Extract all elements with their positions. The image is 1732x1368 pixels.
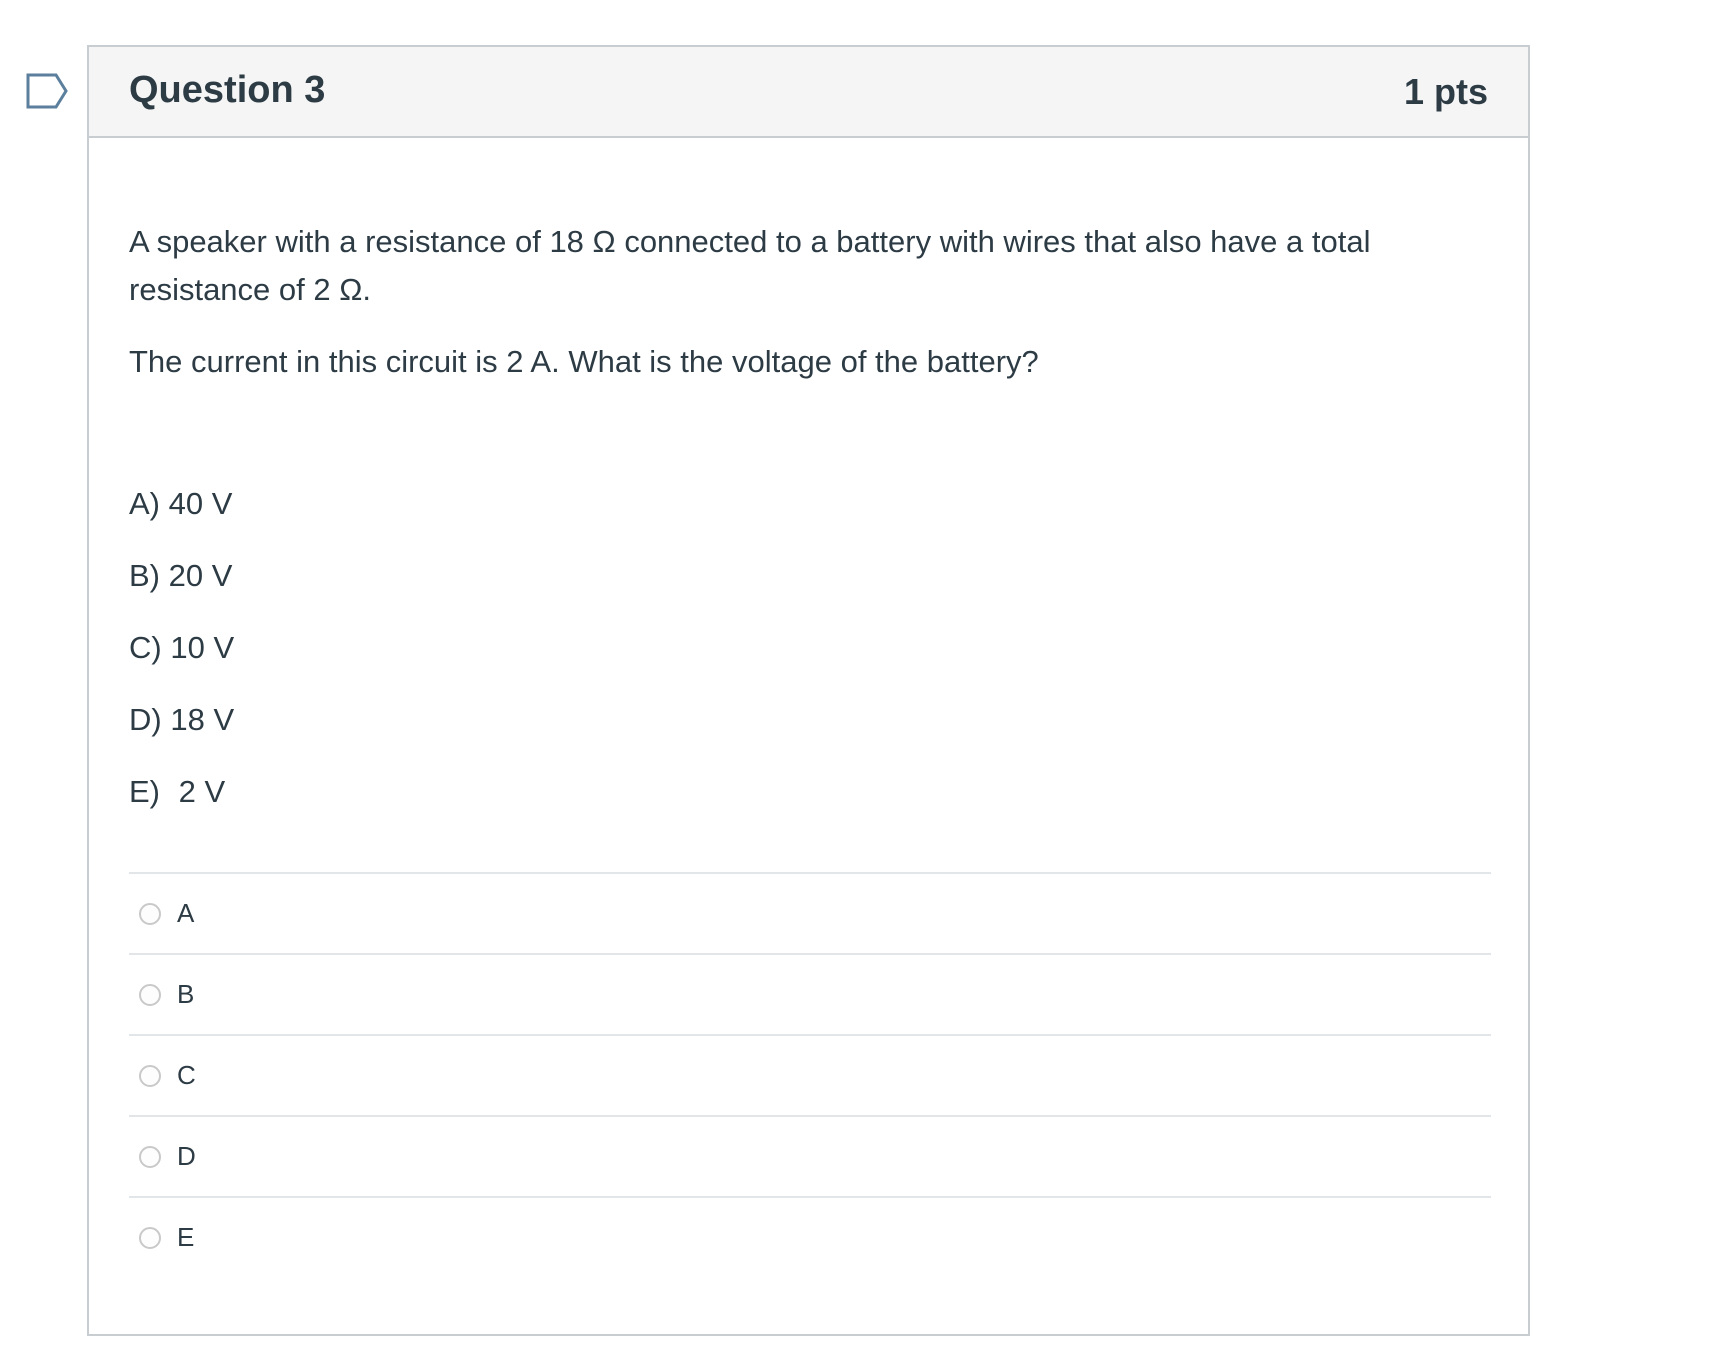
answer-options: A B C D E: [129, 872, 1491, 1277]
flag-question-icon[interactable]: [26, 73, 70, 109]
question-title: Question 3: [129, 68, 326, 111]
question-text: A speaker with a resistance of 18 Ω conn…: [129, 218, 1459, 386]
answer-option-a[interactable]: A: [129, 874, 1491, 955]
choice-value: 40 V: [168, 486, 233, 521]
choice-letter: D): [129, 702, 162, 737]
radio-button[interactable]: [139, 902, 161, 925]
radio-button[interactable]: [139, 1064, 161, 1087]
question-points: 1 pts: [1403, 70, 1488, 112]
answer-option-e[interactable]: E: [129, 1198, 1491, 1277]
radio-button[interactable]: [139, 983, 161, 1006]
choice-letter: E): [129, 774, 160, 809]
choice-value: 2 V: [178, 774, 226, 809]
choice-line-c: C) 10 V: [129, 630, 1488, 702]
choice-value: 20 V: [168, 558, 233, 593]
answer-label[interactable]: B: [177, 979, 194, 1010]
answer-option-b[interactable]: B: [129, 955, 1491, 1036]
choice-line-b: B) 20 V: [129, 558, 1488, 630]
question-card: Question 3 1 pts A speaker with a resist…: [87, 45, 1530, 1336]
answer-label[interactable]: A: [177, 898, 194, 929]
answer-option-d[interactable]: D: [129, 1117, 1491, 1198]
question-text-paragraph: A speaker with a resistance of 18 Ω conn…: [129, 224, 1371, 307]
choice-line-a: A) 40 V: [129, 486, 1488, 558]
choice-letter: C): [129, 630, 162, 665]
answer-label[interactable]: D: [177, 1141, 196, 1172]
choice-line-d: D) 18 V: [129, 702, 1488, 774]
answer-label[interactable]: C: [177, 1060, 196, 1091]
choice-value: 10 V: [170, 630, 235, 665]
choice-value: 18 V: [170, 702, 235, 737]
answer-option-c[interactable]: C: [129, 1036, 1491, 1117]
choice-letter: A): [129, 486, 160, 521]
question-text-paragraph: The current in this circuit is 2 A. What…: [129, 344, 1039, 379]
answer-label[interactable]: E: [177, 1222, 194, 1253]
radio-button[interactable]: [139, 1226, 161, 1249]
question-body: A speaker with a resistance of 18 Ω conn…: [89, 218, 1528, 1277]
choice-line-e: E) 2 V: [129, 774, 1488, 846]
question-header: Question 3 1 pts: [89, 47, 1528, 138]
choice-letter: B): [129, 558, 160, 593]
radio-button[interactable]: [139, 1145, 161, 1168]
choice-list: A) 40 V B) 20 V C) 10 V D) 18 V E) 2 V: [129, 486, 1488, 846]
